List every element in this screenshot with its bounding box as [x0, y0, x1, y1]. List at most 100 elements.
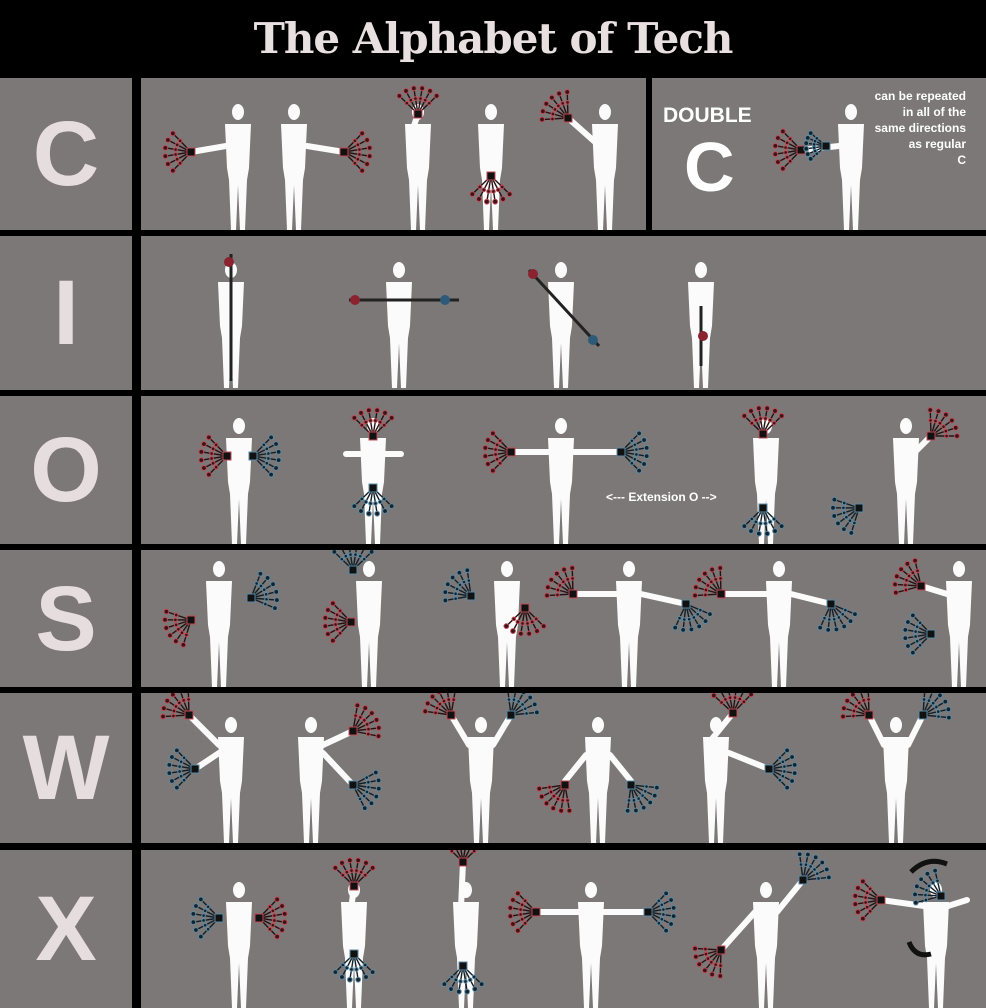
red-hand-fan — [332, 857, 376, 891]
blue-hand-fan — [246, 570, 280, 612]
blue-hand-fan — [442, 567, 476, 604]
moves-s-svg — [162, 550, 972, 687]
row-w: W — [0, 693, 986, 843]
blue-hand-fan — [616, 430, 650, 474]
row-o: O <--- Extension O --> — [0, 396, 986, 544]
moves-panel-w — [141, 693, 986, 843]
blue-hand-fan — [764, 747, 798, 791]
arm — [788, 591, 834, 607]
letter-c: C — [32, 103, 100, 205]
dancer-figure — [386, 262, 412, 388]
dancer-figure — [218, 717, 244, 843]
dancer-figure — [946, 561, 972, 687]
red-hand-fan — [469, 171, 513, 205]
dancer-figure — [548, 418, 574, 544]
letter-cell-i: I — [0, 236, 132, 390]
dancer-figure — [883, 717, 909, 843]
double-c-note: can be repeated in all of the same direc… — [874, 89, 966, 167]
red-hand-fan — [160, 693, 194, 720]
red-hand-fan — [449, 850, 477, 867]
blue-hand-fan — [830, 496, 864, 536]
double-c-divider — [646, 78, 652, 230]
row-s: S — [0, 550, 986, 687]
page-title: The Alphabet of Tech — [253, 13, 734, 63]
arm — [562, 752, 589, 784]
red-hand-fan — [536, 780, 573, 814]
arm — [458, 859, 466, 911]
red-glow — [224, 257, 234, 267]
blue-hand-fan — [190, 896, 224, 940]
blue-glow — [588, 335, 598, 345]
row-c: C DOUBLE C can be repeated in all of the… — [0, 78, 986, 230]
blue-hand-fan — [248, 434, 282, 478]
moves-panel-x — [141, 850, 986, 1008]
red-hand-fan — [322, 600, 356, 644]
red-hand-fan — [840, 693, 874, 720]
title-bar: The Alphabet of Tech — [0, 0, 986, 76]
red-hand-fan — [539, 89, 573, 123]
letter-s: S — [35, 567, 97, 670]
arm — [726, 750, 772, 772]
double-label: DOUBLE — [663, 104, 752, 127]
blue-hand-fan — [166, 747, 200, 791]
dancer-figure — [616, 561, 642, 687]
red-hand-fan — [772, 128, 806, 172]
dancer-figure — [548, 262, 574, 388]
dancer-figure — [766, 561, 792, 687]
red-hand-fan — [710, 693, 755, 718]
dancer-figure — [226, 882, 252, 1008]
red-hand-fan — [482, 430, 516, 474]
red-hand-fan — [162, 130, 196, 174]
blue-hand-fan — [348, 769, 382, 812]
dancer-figure — [585, 717, 611, 843]
blue-hand-fan — [624, 780, 660, 814]
extension-o-label: <--- Extension O --> — [606, 490, 717, 504]
arm — [774, 877, 806, 915]
dancer-figure — [298, 717, 324, 843]
letter-cell-x: X — [0, 850, 132, 1008]
dancer-figure — [356, 561, 382, 687]
red-hand-fan — [692, 945, 726, 979]
red-hand-fan — [852, 878, 886, 922]
moves-o-svg — [198, 405, 960, 544]
arm — [718, 909, 758, 953]
red-hand-fan — [692, 565, 726, 599]
red-hand-fan — [254, 896, 288, 940]
dancer-figure — [226, 418, 252, 544]
arm — [945, 897, 970, 909]
moves-w-svg — [160, 693, 952, 843]
arm — [188, 143, 229, 155]
red-hand-fan — [339, 130, 373, 174]
red-glow — [698, 331, 708, 341]
moves-x-svg — [190, 850, 970, 1008]
blue-hand-fan — [902, 612, 936, 656]
red-hand-fan — [926, 407, 960, 441]
blue-hand-fan — [643, 890, 677, 934]
red-hand-fan — [348, 702, 382, 740]
dancer-figure — [206, 561, 232, 687]
red-hand-fan — [544, 565, 578, 599]
letter-o: O — [30, 419, 102, 521]
row-x: X — [0, 850, 986, 1008]
red-hand-fan — [422, 693, 456, 720]
blue-hand-fan — [332, 949, 376, 983]
arm — [304, 143, 347, 155]
moves-panel-s — [141, 550, 986, 687]
letter-w: W — [22, 717, 110, 819]
dancer-figure — [468, 717, 494, 843]
moves-panel-o — [141, 396, 986, 544]
red-glow — [528, 269, 538, 279]
dancer-figure — [893, 418, 919, 544]
blue-hand-fan — [796, 851, 832, 885]
letter-cell-s: S — [0, 550, 132, 687]
letter-i: I — [53, 262, 79, 364]
rotate-arrow-icon — [909, 858, 948, 874]
dancer-figure — [592, 104, 618, 230]
red-hand-fan — [892, 557, 926, 596]
arm — [607, 752, 634, 784]
moves-i-svg — [218, 254, 714, 388]
arm — [320, 750, 356, 788]
blue-hand-fan — [506, 693, 540, 720]
moves-panel-i — [141, 236, 986, 390]
double-c-letter: C — [684, 128, 735, 206]
